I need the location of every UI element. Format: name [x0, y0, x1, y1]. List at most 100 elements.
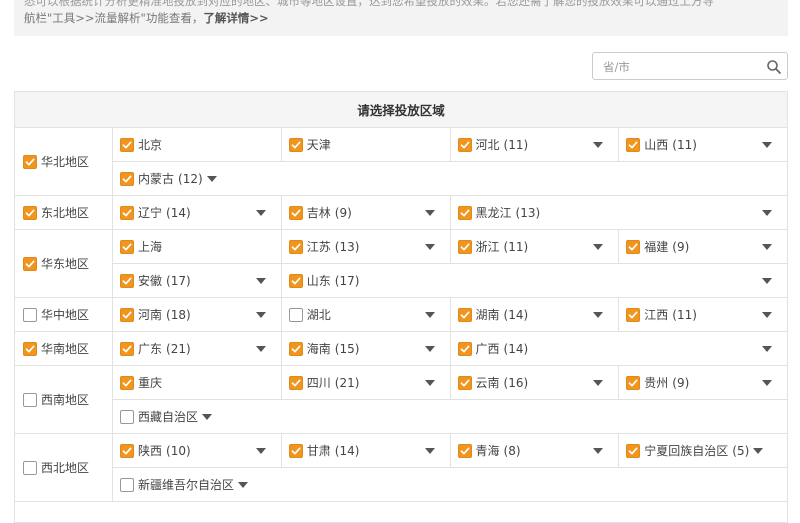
region-group-checkbox[interactable]	[23, 307, 37, 322]
province-checkbox[interactable]	[120, 307, 134, 322]
province-checkbox[interactable]	[120, 409, 134, 424]
province-item[interactable]: 浙江 (11)	[451, 230, 619, 263]
province-item[interactable]: 山西 (11)	[619, 128, 787, 161]
province-checkbox[interactable]	[457, 307, 472, 322]
region-group-checkbox[interactable]	[23, 460, 37, 475]
expand-cities-button[interactable]	[747, 379, 787, 386]
province-item[interactable]: 福建 (9)	[619, 230, 787, 263]
province-checkbox[interactable]	[120, 477, 134, 492]
expand-cities-button[interactable]	[410, 447, 450, 454]
expand-cities-button[interactable]	[238, 481, 254, 488]
province-checkbox[interactable]	[457, 443, 472, 458]
region-group[interactable]: 华东地区	[15, 255, 112, 272]
province-item[interactable]: 甘肃 (14)	[282, 434, 450, 467]
expand-cities-button[interactable]	[753, 447, 769, 454]
province-checkbox[interactable]	[288, 375, 303, 390]
learn-more-link[interactable]: 了解详情>>	[203, 11, 268, 25]
expand-cities-button[interactable]	[747, 277, 787, 284]
province-item[interactable]: 内蒙古 (12)	[113, 162, 787, 195]
province-item[interactable]: 河北 (11)	[451, 128, 619, 161]
region-group-checkbox[interactable]	[23, 205, 37, 220]
province-checkbox[interactable]	[288, 273, 303, 288]
province-item[interactable]: 云南 (16)	[451, 366, 619, 399]
region-group[interactable]: 华中地区	[15, 306, 112, 323]
expand-cities-button[interactable]	[410, 345, 450, 352]
province-checkbox[interactable]	[457, 239, 472, 254]
expand-cities-button[interactable]	[747, 141, 787, 148]
province-item[interactable]: 安徽 (17)	[113, 264, 281, 297]
province-item[interactable]: 宁夏回族自治区 (5)	[619, 434, 787, 467]
expand-cities-button[interactable]	[206, 175, 223, 182]
search-icon[interactable]	[766, 59, 782, 75]
expand-cities-button[interactable]	[747, 345, 787, 352]
expand-cities-button[interactable]	[747, 209, 787, 216]
province-checkbox[interactable]	[120, 205, 134, 220]
province-checkbox[interactable]	[626, 239, 641, 254]
province-checkbox[interactable]	[120, 171, 134, 186]
province-checkbox[interactable]	[120, 273, 134, 288]
province-item[interactable]: 西藏自治区	[113, 400, 787, 433]
expand-cities-button[interactable]	[241, 277, 281, 284]
province-checkbox[interactable]	[457, 205, 472, 220]
province-checkbox[interactable]	[288, 341, 303, 356]
province-item[interactable]: 四川 (21)	[282, 366, 450, 399]
expand-cities-button[interactable]	[578, 379, 618, 386]
province-item[interactable]: 湖南 (14)	[451, 298, 619, 331]
expand-cities-button[interactable]	[578, 141, 618, 148]
region-group-checkbox[interactable]	[23, 154, 37, 169]
expand-cities-button[interactable]	[241, 311, 281, 318]
province-item[interactable]: 黑龙江 (13)	[451, 196, 788, 229]
province-checkbox[interactable]	[457, 137, 472, 152]
province-item[interactable]: 河南 (18)	[113, 298, 281, 331]
region-group-checkbox[interactable]	[23, 256, 37, 271]
province-checkbox[interactable]	[288, 443, 303, 458]
province-checkbox[interactable]	[120, 341, 134, 356]
expand-cities-button[interactable]	[241, 447, 281, 454]
expand-cities-button[interactable]	[410, 311, 450, 318]
province-item[interactable]: 新疆维吾尔自治区	[113, 468, 787, 501]
expand-cities-button[interactable]	[241, 345, 281, 352]
province-checkbox[interactable]	[288, 239, 303, 254]
province-item[interactable]: 山东 (17)	[282, 264, 787, 297]
province-item[interactable]: 广东 (21)	[113, 332, 281, 365]
province-item[interactable]: 贵州 (9)	[619, 366, 787, 399]
province-checkbox[interactable]	[288, 137, 303, 152]
province-item[interactable]: 海南 (15)	[282, 332, 450, 365]
province-item[interactable]: 辽宁 (14)	[113, 196, 281, 229]
region-group[interactable]: 华北地区	[15, 153, 112, 170]
province-item[interactable]: 江苏 (13)	[282, 230, 450, 263]
province-checkbox[interactable]	[457, 341, 472, 356]
province-item[interactable]: 江西 (11)	[619, 298, 787, 331]
province-item[interactable]: 青海 (8)	[451, 434, 619, 467]
province-checkbox[interactable]	[288, 205, 303, 220]
expand-cities-button[interactable]	[410, 243, 450, 250]
province-checkbox[interactable]	[120, 239, 134, 254]
province-item[interactable]: 重庆	[113, 366, 281, 399]
province-item[interactable]: 北京	[113, 128, 281, 161]
expand-cities-button[interactable]	[410, 379, 450, 386]
province-item[interactable]: 天津	[282, 128, 450, 161]
province-checkbox[interactable]	[288, 307, 303, 322]
expand-cities-button[interactable]	[578, 447, 618, 454]
province-checkbox[interactable]	[120, 375, 134, 390]
province-checkbox[interactable]	[626, 307, 641, 322]
province-item[interactable]: 上海	[113, 230, 281, 263]
province-checkbox[interactable]	[626, 137, 641, 152]
region-group[interactable]: 华南地区	[15, 340, 112, 357]
region-group-checkbox[interactable]	[23, 392, 37, 407]
province-item[interactable]: 吉林 (9)	[282, 196, 450, 229]
region-group[interactable]: 西北地区	[15, 459, 112, 476]
expand-cities-button[interactable]	[747, 311, 787, 318]
province-checkbox[interactable]	[626, 375, 641, 390]
province-checkbox[interactable]	[457, 375, 472, 390]
province-checkbox[interactable]	[120, 137, 134, 152]
province-item[interactable]: 陕西 (10)	[113, 434, 281, 467]
expand-cities-button[interactable]	[202, 413, 218, 420]
province-checkbox[interactable]	[120, 443, 134, 458]
expand-cities-button[interactable]	[578, 311, 618, 318]
region-group-checkbox[interactable]	[23, 341, 37, 356]
expand-cities-button[interactable]	[241, 209, 281, 216]
province-search-input[interactable]	[601, 57, 765, 77]
region-group[interactable]: 东北地区	[15, 204, 112, 221]
province-item[interactable]: 湖北	[282, 298, 450, 331]
